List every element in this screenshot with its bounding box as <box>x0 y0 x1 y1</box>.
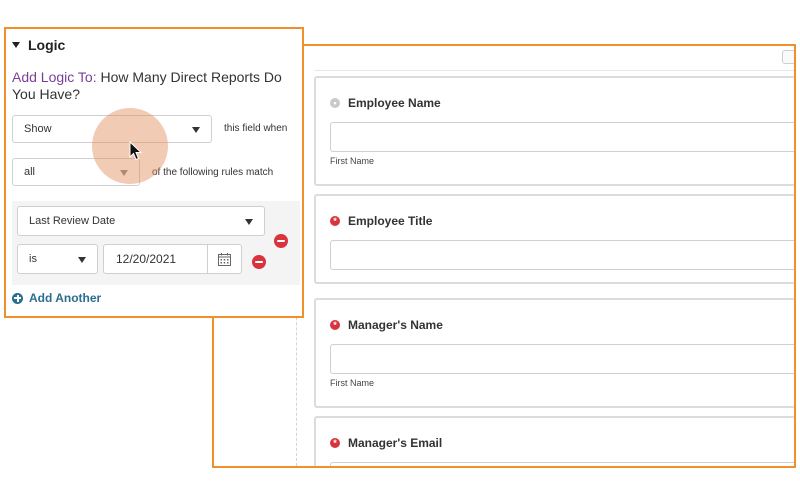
logic-title-prefix: Add Logic To: <box>12 69 97 85</box>
add-another-rule-button[interactable]: Add Another <box>12 291 101 305</box>
rule-date-value: 12/20/2021 <box>116 252 177 266</box>
chevron-down-icon <box>120 170 128 176</box>
rule-operator-select[interactable]: is <box>17 244 98 274</box>
form-top-strip <box>314 46 794 71</box>
remove-rule-button[interactable] <box>274 234 288 248</box>
plus-circle-icon <box>12 292 23 304</box>
required-asterisk-icon: * <box>330 438 340 448</box>
field-card-managers-name[interactable]: * Manager's Name First Name <box>314 298 794 408</box>
field-card-managers-email[interactable]: * Manager's Email <box>314 416 794 466</box>
calendar-icon <box>218 252 231 266</box>
rule-date-input[interactable]: 12/20/2021 <box>103 244 242 274</box>
match-select-value: all <box>24 166 36 178</box>
caret-down-icon <box>12 42 20 48</box>
logic-panel: Logic Add Logic To: How Many Direct Repo… <box>4 27 304 318</box>
match-select[interactable]: all <box>12 158 140 186</box>
field-sublabel: First Name <box>330 156 375 166</box>
field-label-row: * Manager's Email <box>330 436 442 450</box>
action-select-value: Show <box>24 123 52 135</box>
action-select[interactable]: Show <box>12 115 212 143</box>
employee-name-input[interactable] <box>330 122 794 152</box>
logic-section-toggle[interactable]: Logic <box>12 37 65 53</box>
field-sublabel: First Name <box>330 378 375 388</box>
field-label: Employee Name <box>348 96 441 110</box>
field-label-row: * Employee Title <box>330 214 432 228</box>
managers-email-input[interactable] <box>330 462 794 466</box>
calendar-picker-button[interactable] <box>207 245 241 273</box>
chevron-down-icon <box>192 127 200 133</box>
managers-name-input[interactable] <box>330 344 794 374</box>
field-label-row: * Manager's Name <box>330 318 443 332</box>
rule-field-value: Last Review Date <box>29 215 116 227</box>
add-another-label: Add Another <box>29 291 102 305</box>
chevron-down-icon <box>78 257 86 263</box>
employee-title-input[interactable] <box>330 240 794 270</box>
optional-indicator-icon: • <box>330 98 340 108</box>
required-asterisk-icon: * <box>330 216 340 226</box>
chevron-down-icon <box>245 219 253 225</box>
required-asterisk-icon: * <box>330 320 340 330</box>
corner-control-button[interactable] <box>782 50 794 64</box>
field-label: Employee Title <box>348 214 433 228</box>
logic-target-title: Add Logic To: How Many Direct Reports Do… <box>12 69 302 103</box>
field-label-row: • Employee Name <box>330 96 441 110</box>
action-suffix-text: this field when <box>224 123 288 134</box>
remove-condition-button[interactable] <box>252 255 266 269</box>
rule-field-select[interactable]: Last Review Date <box>17 206 265 236</box>
match-suffix-text: of the following rules match <box>152 167 274 178</box>
field-label: Manager's Name <box>348 318 443 332</box>
field-card-employee-name[interactable]: • Employee Name First Name <box>314 76 794 186</box>
field-card-employee-title[interactable]: * Employee Title <box>314 194 794 284</box>
field-label: Manager's Email <box>348 436 443 450</box>
logic-header-label: Logic <box>28 37 66 53</box>
rule-operator-value: is <box>29 253 37 265</box>
